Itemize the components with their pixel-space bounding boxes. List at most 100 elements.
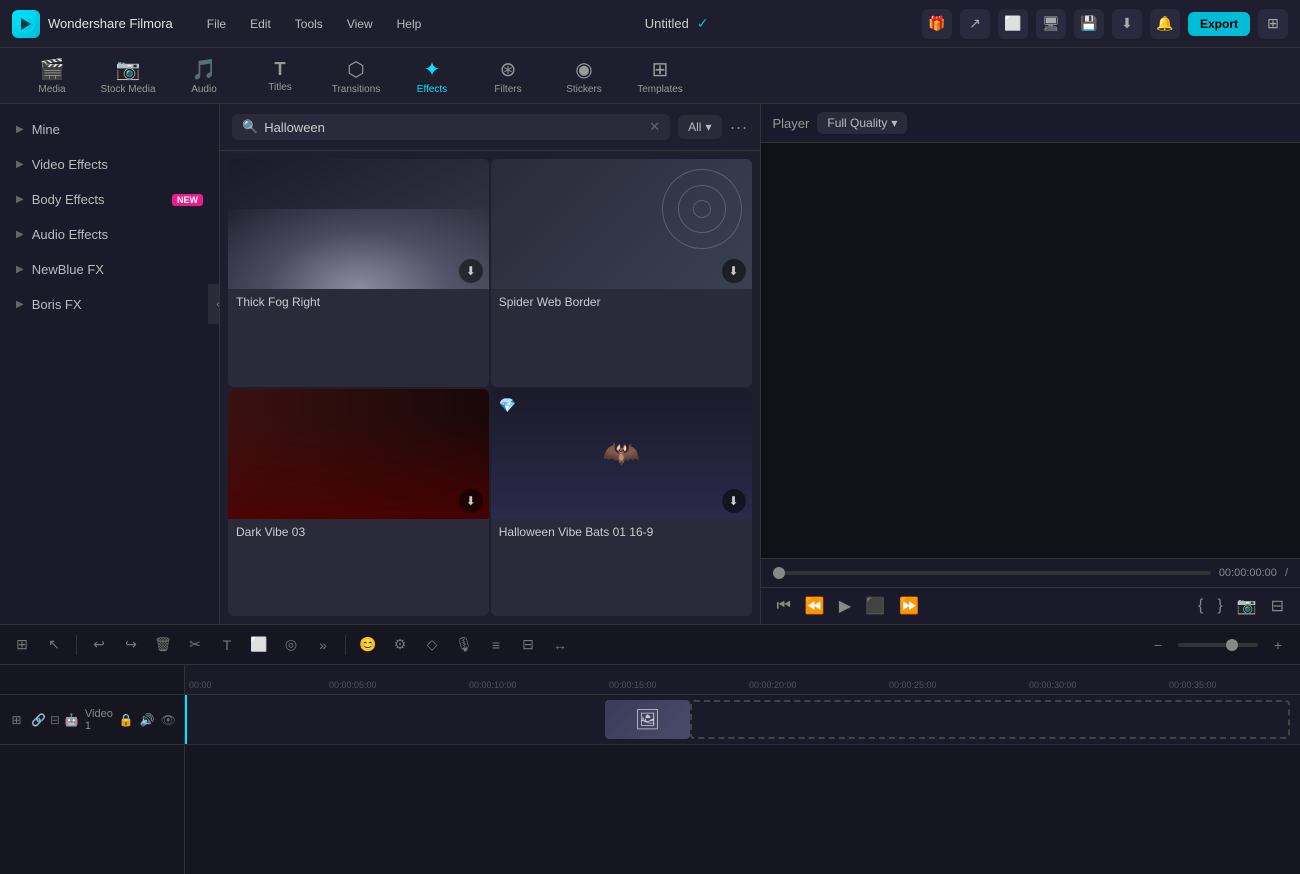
media-icon: 🎬 bbox=[40, 57, 65, 82]
filters-icon: ⊛ bbox=[500, 57, 517, 82]
download-effect-button[interactable]: ⬇ bbox=[459, 259, 483, 283]
zoom-in-button[interactable]: + bbox=[1264, 631, 1292, 659]
sidebar-item-video-effects[interactable]: ▶ Video Effects bbox=[0, 147, 219, 182]
notification-btn[interactable]: 🔔 bbox=[1150, 9, 1180, 39]
gift-btn[interactable]: 🎁 bbox=[922, 9, 952, 39]
sidebar-item-mine[interactable]: ▶ Mine bbox=[0, 112, 219, 147]
sidebar-item-newblue-fx[interactable]: ▶ NewBlue FX bbox=[0, 252, 219, 287]
arrow-icon: ▶ bbox=[16, 229, 24, 240]
select-tool-button[interactable]: ↖ bbox=[40, 631, 68, 659]
playhead bbox=[185, 695, 187, 744]
step-forward-button[interactable]: ⏩ bbox=[895, 594, 923, 618]
effect-card-spider-web-border[interactable]: ⬇ Spider Web Border bbox=[491, 159, 752, 387]
main-toolbar: 🎬 Media 📷 Stock Media 🎵 Audio T Titles ⬡… bbox=[0, 48, 1300, 104]
mark-in-button[interactable]: { bbox=[1194, 595, 1207, 617]
share-btn[interactable]: ↗ bbox=[960, 9, 990, 39]
monitor-btn[interactable]: 🖥 bbox=[1036, 9, 1066, 39]
download-btn[interactable]: ⬇ bbox=[1112, 9, 1142, 39]
sidebar-collapse-btn[interactable]: ‹ bbox=[208, 284, 220, 324]
stop-button[interactable]: ⬛ bbox=[861, 594, 889, 618]
audio-icon: 🎵 bbox=[192, 57, 217, 82]
download-effect-button[interactable]: ⬇ bbox=[722, 259, 746, 283]
search-bar: 🔍 ✕ All ▾ ··· bbox=[220, 104, 760, 151]
project-title: Untitled bbox=[645, 16, 689, 31]
download-effect-button[interactable]: ⬇ bbox=[722, 489, 746, 513]
clear-search-button[interactable]: ✕ bbox=[649, 119, 660, 135]
split-button[interactable]: ⊟ bbox=[1267, 594, 1288, 618]
speed-button[interactable]: » bbox=[309, 631, 337, 659]
track-icons: 🔗 ⊟ 🤖 bbox=[31, 713, 79, 727]
tool-titles[interactable]: T Titles bbox=[244, 52, 316, 100]
track-audio-icon[interactable]: 🔊 bbox=[140, 713, 155, 727]
track-ai-icon[interactable]: 🤖 bbox=[64, 713, 79, 727]
filter-dropdown[interactable]: All ▾ bbox=[678, 115, 721, 139]
menu-help[interactable]: Help bbox=[387, 13, 432, 35]
save-btn[interactable]: 💾 bbox=[1074, 9, 1104, 39]
split-clip-button[interactable]: ⊞ bbox=[8, 631, 36, 659]
playback-progress-bar[interactable] bbox=[773, 571, 1211, 575]
bat-visual: 🦇 bbox=[602, 436, 639, 471]
menu-file[interactable]: File bbox=[197, 13, 236, 35]
add-track-button[interactable]: ⊞ bbox=[8, 710, 25, 730]
quality-dropdown[interactable]: Full Quality ▾ bbox=[817, 112, 907, 134]
drop-zone[interactable] bbox=[690, 700, 1290, 739]
cut-button[interactable]: ✂ bbox=[181, 631, 209, 659]
tool-audio[interactable]: 🎵 Audio bbox=[168, 52, 240, 100]
redo-button[interactable]: ↪ bbox=[117, 631, 145, 659]
trim-button[interactable]: ↔ bbox=[546, 631, 574, 659]
play-button[interactable]: ▶ bbox=[835, 594, 855, 618]
grid-btn[interactable]: ⊞ bbox=[1258, 9, 1288, 39]
undo-button[interactable]: ↩ bbox=[85, 631, 113, 659]
track-lock-icon[interactable]: 🔒 bbox=[119, 713, 134, 727]
tool-filters[interactable]: ⊛ Filters bbox=[472, 52, 544, 100]
tool-stock-media[interactable]: 📷 Stock Media bbox=[92, 52, 164, 100]
video-clip[interactable]: 🖼 + bbox=[605, 700, 690, 739]
track-visibility-icon[interactable]: 👁 bbox=[161, 713, 176, 727]
menu-edit[interactable]: Edit bbox=[240, 13, 281, 35]
sidebar-item-audio-effects[interactable]: ▶ Audio Effects bbox=[0, 217, 219, 252]
download-effect-button[interactable]: ⬇ bbox=[459, 489, 483, 513]
crop-button[interactable]: ⬜ bbox=[245, 631, 273, 659]
effect-card-thick-fog-right[interactable]: ⬇ Thick Fog Right bbox=[228, 159, 489, 387]
effect-card-halloween-vibe-bats[interactable]: 💎 🦇 ⬇ Halloween Vibe Bats 01 16-9 bbox=[491, 389, 752, 617]
menu-view[interactable]: View bbox=[337, 13, 383, 35]
effect-card-dark-vibe-03[interactable]: ⬇ Dark Vibe 03 bbox=[228, 389, 489, 617]
ai-effects-button[interactable]: ⚙ bbox=[386, 631, 414, 659]
stickers-icon: ◉ bbox=[575, 57, 592, 82]
effect-thumbnail: ⬇ bbox=[491, 159, 752, 289]
timeline-toolbar: ⊞ ↖ ↩ ↪ 🗑 ✂ T ⬜ ◎ » 😊 ⚙ ◇ 🎙 ≡ ⊟ ↔ − + bbox=[0, 625, 1300, 665]
text-button[interactable]: T bbox=[213, 631, 241, 659]
track-split-icon[interactable]: ⊟ bbox=[50, 713, 60, 727]
search-input[interactable] bbox=[264, 120, 643, 135]
tool-transitions[interactable]: ⬡ Transitions bbox=[320, 52, 392, 100]
zoom-out-button[interactable]: − bbox=[1144, 631, 1172, 659]
track-link-icon[interactable]: 🔗 bbox=[31, 713, 46, 727]
export-button[interactable]: Export bbox=[1188, 12, 1250, 36]
prev-frame-button[interactable]: ⏮ bbox=[773, 595, 795, 617]
tool-stickers[interactable]: ◉ Stickers bbox=[548, 52, 620, 100]
auto-caption-button[interactable]: ≡ bbox=[482, 631, 510, 659]
ruler-mark: 00:00:25:00 bbox=[885, 680, 1025, 690]
menu-tools[interactable]: Tools bbox=[285, 13, 333, 35]
tool-media[interactable]: 🎬 Media bbox=[16, 52, 88, 100]
audio-button[interactable]: 🎙 bbox=[450, 631, 478, 659]
arrow-icon: ▶ bbox=[16, 159, 24, 170]
tool-templates[interactable]: ⊞ Templates bbox=[624, 52, 696, 100]
delete-button[interactable]: 🗑 bbox=[149, 631, 177, 659]
sidebar-item-body-effects[interactable]: ▶ Body Effects NEW bbox=[0, 182, 219, 217]
step-back-button[interactable]: ⏪ bbox=[801, 594, 829, 618]
face-blur-button[interactable]: 😊 bbox=[354, 631, 382, 659]
screen-record-button[interactable]: ⊟ bbox=[514, 631, 542, 659]
color-button[interactable]: ◎ bbox=[277, 631, 305, 659]
sidebar-item-boris-fx[interactable]: ▶ Boris FX bbox=[0, 287, 219, 322]
record-btn[interactable]: ⬜ bbox=[998, 9, 1028, 39]
more-options-button[interactable]: ··· bbox=[730, 117, 748, 138]
tool-effects[interactable]: ✦ Effects bbox=[396, 52, 468, 100]
arrow-icon: ▶ bbox=[16, 124, 24, 135]
menu-bar: File Edit Tools View Help bbox=[197, 13, 432, 35]
export-frame-button[interactable]: 📷 bbox=[1233, 594, 1261, 618]
mark-out-button[interactable]: } bbox=[1213, 595, 1226, 617]
keyframe-button[interactable]: ◇ bbox=[418, 631, 446, 659]
player-viewport bbox=[761, 143, 1300, 558]
zoom-slider[interactable] bbox=[1178, 643, 1258, 647]
